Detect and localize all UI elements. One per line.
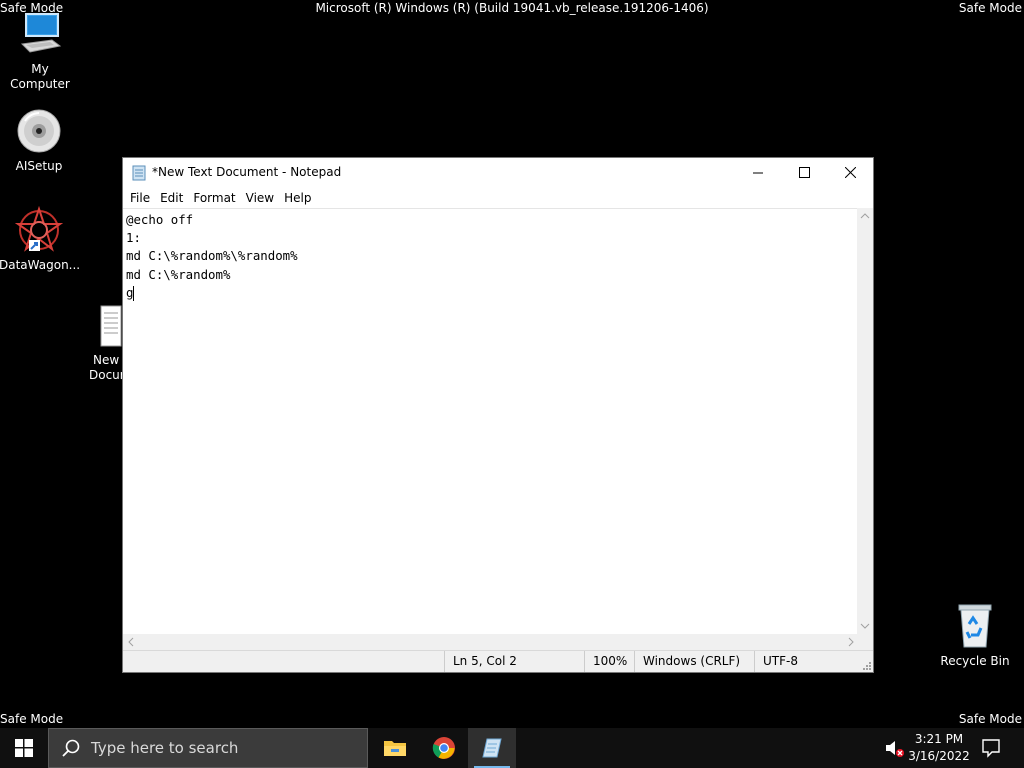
taskbar-file-explorer[interactable] bbox=[371, 728, 419, 768]
desktop-icon-label: AISetup bbox=[15, 159, 63, 173]
scroll-down-arrow-icon[interactable] bbox=[857, 618, 873, 634]
notification-icon bbox=[982, 739, 1000, 758]
status-encoding: UTF-8 bbox=[754, 651, 873, 672]
windows-logo-icon bbox=[15, 739, 33, 757]
desktop-icon-label: Recycle Bin bbox=[940, 654, 1010, 668]
notepad-icon bbox=[131, 165, 147, 181]
scroll-corner bbox=[857, 634, 873, 650]
taskbar-clock[interactable]: 3:21 PM 3/16/2022 bbox=[905, 731, 973, 765]
window-title: *New Text Document - Notepad bbox=[152, 165, 342, 179]
maximize-icon bbox=[798, 167, 810, 178]
search-icon bbox=[62, 739, 80, 757]
computer-icon bbox=[16, 10, 64, 58]
notepad-icon bbox=[482, 738, 502, 758]
close-button[interactable] bbox=[827, 158, 873, 187]
notepad-title-bar[interactable]: *New Text Document - Notepad bbox=[123, 158, 873, 187]
minimize-button[interactable] bbox=[735, 158, 781, 187]
clock-date: 3/16/2022 bbox=[908, 749, 970, 763]
text-caret bbox=[133, 285, 135, 301]
menu-format[interactable]: Format bbox=[188, 189, 240, 207]
text-editor-area[interactable]: @echo off 1: md C:\%random%\%random% md … bbox=[123, 208, 859, 634]
taskbar-chrome[interactable] bbox=[420, 728, 468, 768]
spiral-logo-icon bbox=[14, 205, 64, 254]
menu-view[interactable]: View bbox=[241, 189, 279, 207]
maximize-button[interactable] bbox=[781, 158, 827, 187]
desktop-icon-aisetup[interactable]: AISetup bbox=[0, 107, 79, 174]
status-zoom: 100% bbox=[584, 651, 635, 672]
notepad-window[interactable]: *New Text Document - Notepad File Edit F… bbox=[122, 157, 874, 673]
status-cursor-position: Ln 5, Col 2 bbox=[444, 651, 585, 672]
clock-time: 3:21 PM bbox=[914, 732, 964, 746]
windows-build-string: Microsoft (R) Windows (R) (Build 19041.v… bbox=[315, 1, 709, 15]
taskbar-notepad[interactable] bbox=[468, 728, 516, 768]
start-button[interactable] bbox=[0, 728, 48, 768]
volume-muted-icon[interactable] bbox=[884, 738, 906, 758]
menu-edit[interactable]: Edit bbox=[155, 189, 188, 207]
disc-icon bbox=[15, 107, 63, 155]
status-line-ending: Windows (CRLF) bbox=[634, 651, 755, 672]
editor-line: 1: bbox=[126, 230, 141, 246]
editor-line-current: g bbox=[126, 284, 859, 302]
safe-mode-label-bottom-right: Safe Mode bbox=[958, 712, 1022, 726]
minimize-icon bbox=[753, 172, 763, 173]
close-icon bbox=[844, 167, 856, 178]
text-document-icon bbox=[100, 305, 122, 347]
resize-grip-icon[interactable] bbox=[861, 660, 871, 670]
menu-help[interactable]: Help bbox=[279, 189, 316, 207]
status-bar: Ln 5, Col 2 100% Windows (CRLF) UTF-8 bbox=[123, 650, 873, 672]
scroll-left-arrow-icon[interactable] bbox=[123, 634, 139, 650]
search-placeholder: Type here to search bbox=[91, 739, 239, 757]
horizontal-scrollbar[interactable] bbox=[123, 634, 859, 650]
chrome-icon bbox=[432, 737, 455, 759]
taskbar: Type here to search 3:21 PM 3/16/2022 bbox=[0, 728, 1024, 768]
desktop-icon-recycle-bin[interactable]: Recycle Bin bbox=[935, 602, 1015, 669]
desktop-icon-datawagon[interactable]: DataWagon... bbox=[0, 205, 81, 273]
safe-mode-label-bottom-left: Safe Mode bbox=[0, 712, 64, 726]
desktop-icon-label: DataWagon... bbox=[0, 258, 81, 272]
recycle-bin-icon bbox=[951, 602, 999, 650]
taskbar-search-box[interactable]: Type here to search bbox=[48, 728, 368, 768]
menu-file[interactable]: File bbox=[125, 189, 155, 207]
desktop-icon-my-computer[interactable]: My Computer bbox=[0, 10, 80, 92]
editor-line: md C:\%random% bbox=[126, 266, 231, 282]
editor-line: @echo off bbox=[126, 212, 194, 227]
desktop-icon-label: My Computer bbox=[10, 62, 70, 91]
editor-line: md C:\%random%\%random% bbox=[126, 248, 298, 264]
scroll-up-arrow-icon[interactable] bbox=[857, 208, 873, 224]
menu-bar: File Edit Format View Help bbox=[123, 187, 873, 208]
file-explorer-icon bbox=[384, 741, 406, 756]
editor-line-text: g bbox=[126, 284, 134, 300]
vertical-scrollbar[interactable] bbox=[857, 208, 873, 634]
notification-center-button[interactable] bbox=[978, 736, 1004, 760]
